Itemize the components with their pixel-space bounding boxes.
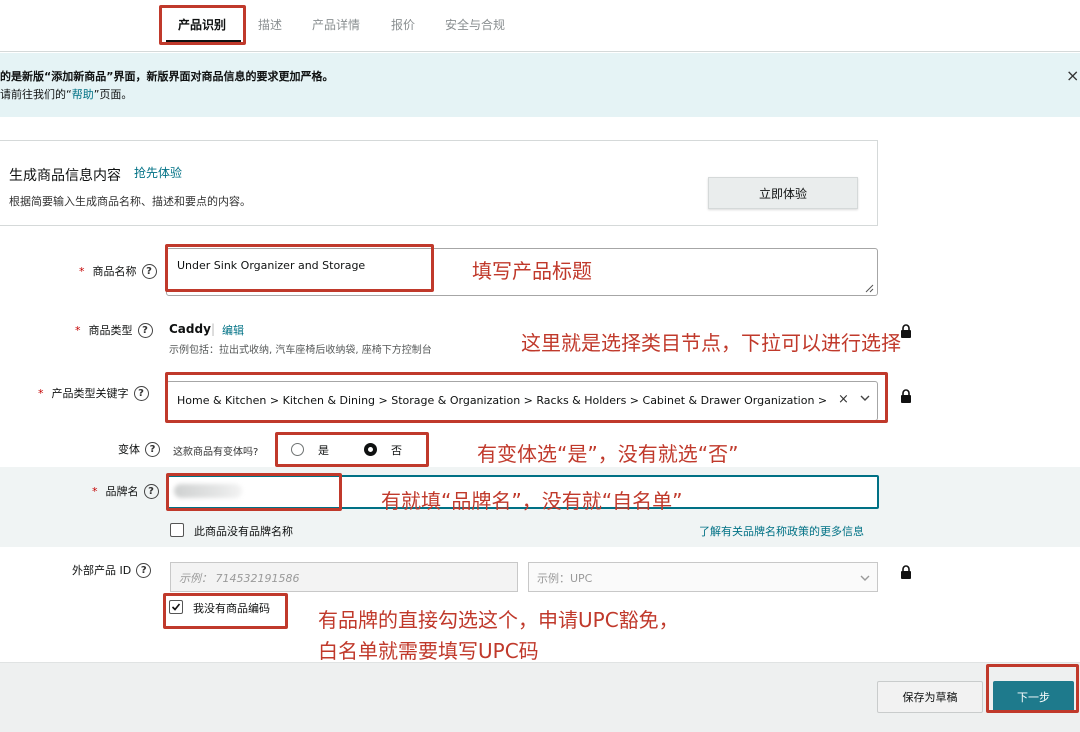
generate-title: 生成商品信息内容: [9, 168, 121, 184]
external-id-label: 外部产品 ID?: [72, 562, 152, 578]
brand-policy-link[interactable]: 了解有关品牌名称政策的更多信息: [699, 523, 864, 539]
annotation-brand-note: 有就填“品牌名”，没有就“自名单”: [381, 489, 683, 513]
tab-description[interactable]: 描述: [258, 16, 282, 33]
external-id-type-select[interactable]: 示例：UPC: [528, 562, 878, 592]
early-access-tag: 抢先体验: [134, 166, 183, 180]
external-id-input[interactable]: 示例： 714532191586: [170, 562, 518, 592]
annotation-box-tab: [159, 5, 246, 45]
help-icon[interactable]: ?: [136, 562, 152, 578]
try-now-button[interactable]: 立即体验: [708, 177, 858, 209]
lock-icon: [901, 324, 911, 338]
lock-icon: [901, 565, 911, 579]
help-icon[interactable]: ?: [143, 483, 159, 499]
annotation-box-variation: [275, 432, 429, 467]
product-type-keyword-label: * 产品类型关键字?: [38, 385, 149, 401]
help-icon[interactable]: ?: [133, 385, 149, 401]
close-icon[interactable]: ×: [1066, 66, 1079, 85]
annotation-title-note: 填写产品标题: [472, 259, 592, 283]
annotation-upc-note-1: 有品牌的直接勾选这个，申请UPC豁免，: [318, 608, 679, 632]
no-brand-label: 此商品没有品牌名称: [194, 525, 293, 538]
banner-help-line: 请前往我们的“帮助”页面。: [0, 88, 133, 101]
product-type-value: Caddy: [169, 322, 211, 336]
product-type-examples: 示例包括：拉出式收纳, 汽车座椅后收纳袋, 座椅下方控制台: [169, 345, 432, 356]
annotation-box-upc: [163, 593, 288, 629]
generate-description: 根据简要输入生成商品名称、描述和要点的内容。: [9, 195, 251, 208]
product-name-label: * 商品名称?: [79, 263, 157, 279]
help-icon[interactable]: ?: [141, 263, 157, 279]
variation-label: 变体?: [118, 441, 160, 457]
help-link[interactable]: 帮助: [72, 88, 94, 101]
annotation-box-brand: [166, 473, 342, 511]
annotation-upc-note-2: 白名单就需要填写UPC码: [318, 639, 539, 663]
brand-name-label: * 品牌名?: [92, 483, 159, 499]
annotation-variation-note: 有变体选“是”，没有就选“否”: [477, 442, 739, 466]
variation-question: 这款商品有变体吗?: [173, 447, 259, 458]
annotation-box-next: [986, 664, 1079, 713]
chevron-down-icon[interactable]: [860, 574, 870, 582]
product-type-label: * 商品类型?: [75, 322, 153, 338]
no-brand-checkbox[interactable]: [170, 523, 184, 537]
info-banner: [0, 53, 1080, 117]
resize-grip-icon[interactable]: [864, 283, 874, 293]
banner-message: 的是新版“添加新商品”界面，新版界面对商品信息的要求更加严格。: [0, 70, 334, 83]
lock-icon: [901, 389, 911, 403]
tab-offer[interactable]: 报价: [391, 16, 415, 33]
help-icon[interactable]: ?: [137, 322, 153, 338]
tab-product-details[interactable]: 产品详情: [312, 16, 360, 33]
annotation-box-category: [165, 372, 888, 423]
annotation-category-note: 这里就是选择类目节点，下拉可以进行选择: [521, 331, 901, 355]
tab-safety-compliance[interactable]: 安全与合规: [445, 16, 505, 33]
product-type-edit-link[interactable]: 编辑: [222, 322, 244, 338]
save-draft-button[interactable]: 保存为草稿: [877, 681, 983, 713]
annotation-box-title: [165, 244, 434, 292]
help-icon[interactable]: ?: [145, 441, 160, 457]
product-type-separator: |: [211, 322, 216, 336]
